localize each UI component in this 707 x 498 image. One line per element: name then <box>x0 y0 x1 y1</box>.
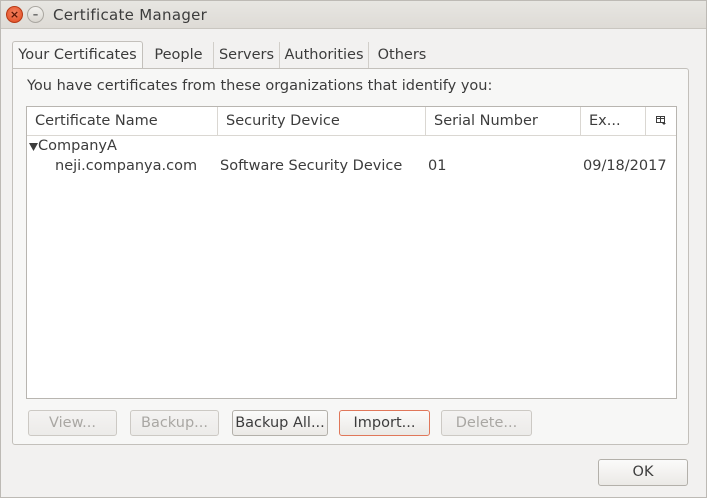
tree-header: Certificate Name Security Device Serial … <box>27 107 676 136</box>
minimize-icon[interactable]: – <box>27 6 44 23</box>
tree-group-row[interactable]: CompanyA <box>27 138 676 158</box>
cell-certificate-name: neji.companya.com <box>55 158 198 174</box>
tab-your-certificates[interactable]: Your Certificates <box>12 41 143 69</box>
title-bar: × – Certificate Manager <box>1 1 706 29</box>
window-title: Certificate Manager <box>53 6 208 24</box>
certificate-tree[interactable]: Certificate Name Security Device Serial … <box>26 106 677 399</box>
triangle-down-icon[interactable] <box>29 143 38 151</box>
cell-security-device: Software Security Device <box>220 158 403 174</box>
column-header-certificate-name[interactable]: Certificate Name <box>27 107 218 136</box>
tab-people[interactable]: People <box>144 42 214 69</box>
tab-others[interactable]: Others <box>369 42 435 69</box>
group-name: CompanyA <box>38 138 117 154</box>
tab-authorities[interactable]: Authorities <box>280 42 369 69</box>
column-header-serial-number[interactable]: Serial Number <box>426 107 581 136</box>
ok-button[interactable]: OK <box>598 459 688 486</box>
view-button[interactable]: View... <box>28 410 117 436</box>
close-icon[interactable]: × <box>6 6 23 23</box>
tab-panel: You have certificates from these organiz… <box>12 68 689 445</box>
column-picker-icon[interactable] <box>646 107 676 136</box>
table-row[interactable]: neji.companya.com Software Security Devi… <box>27 158 676 178</box>
cell-serial-number: 01 <box>428 158 447 174</box>
column-header-security-device[interactable]: Security Device <box>218 107 426 136</box>
backup-button[interactable]: Backup... <box>130 410 219 436</box>
import-button[interactable]: Import... <box>339 410 430 436</box>
cell-expires: 09/18/2017 <box>583 158 667 174</box>
intro-text: You have certificates from these organiz… <box>27 78 493 94</box>
certificate-manager-window: × – Certificate Manager Your Certificate… <box>0 0 707 498</box>
tab-servers[interactable]: Servers <box>214 42 280 69</box>
delete-button[interactable]: Delete... <box>441 410 532 436</box>
backup-all-button[interactable]: Backup All... <box>232 410 328 436</box>
column-header-expires[interactable]: Ex... <box>581 107 646 136</box>
